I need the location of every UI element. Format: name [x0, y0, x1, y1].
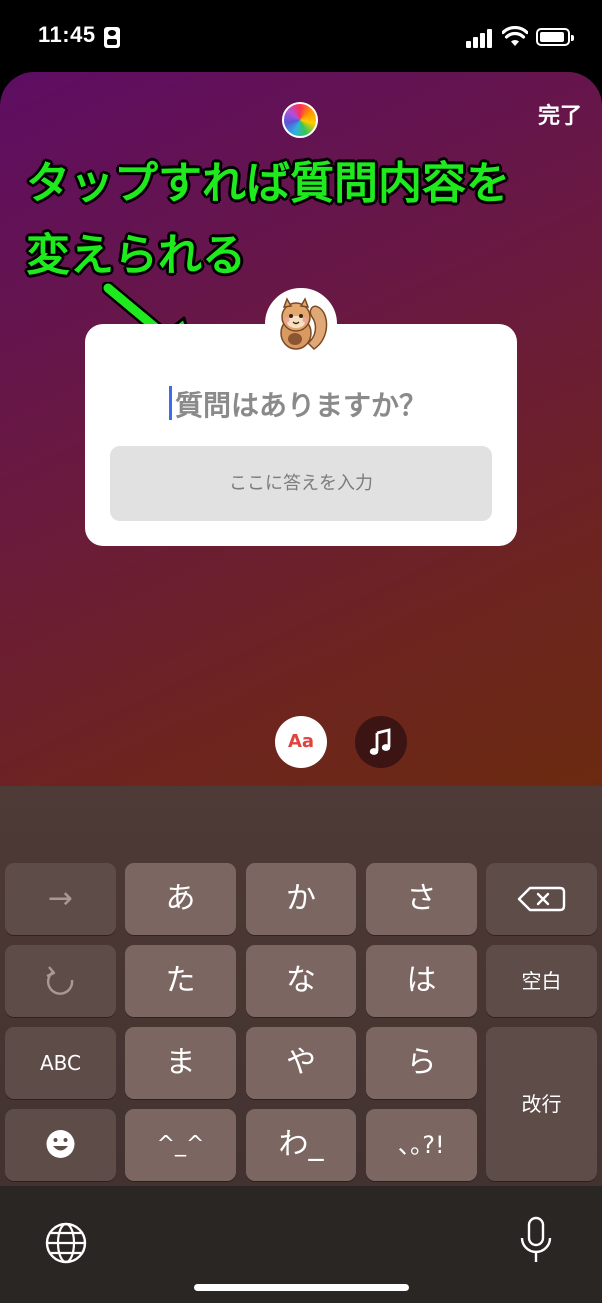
key-ma[interactable]: ま — [125, 1027, 236, 1099]
music-note-icon — [369, 728, 391, 755]
answer-field: ここに答えを入力 — [110, 446, 492, 521]
abc-key[interactable]: ABC — [5, 1027, 116, 1099]
status-bar: 11:45 — [0, 0, 602, 72]
home-indicator — [194, 1284, 409, 1291]
color-picker-button[interactable] — [282, 102, 318, 138]
battery-icon — [536, 28, 574, 46]
key-ra[interactable]: ら — [366, 1027, 477, 1099]
return-key[interactable]: 改行 — [486, 1027, 597, 1181]
story-editor: 完了 タップすれば質問内容を 変えられる 質問はありますか？ ここに答えを入力 … — [0, 72, 602, 786]
done-button[interactable]: 完了 — [538, 98, 582, 130]
question-input[interactable]: 質問はありますか？ — [85, 384, 517, 424]
annotation-text-line1: タップすれば質問内容を — [26, 158, 510, 209]
microphone-icon[interactable] — [518, 1216, 554, 1266]
undo-key[interactable] — [5, 945, 116, 1017]
id-card-icon — [104, 27, 120, 48]
emoji-icon — [46, 1130, 75, 1158]
wifi-icon — [502, 26, 528, 46]
key-a[interactable]: あ — [125, 863, 236, 935]
key-ya[interactable]: や — [246, 1027, 356, 1099]
annotation-text-line2: 変えられる — [26, 230, 246, 281]
squirrel-avatar-icon — [268, 291, 334, 357]
status-time: 11:45 — [38, 22, 96, 47]
key-ta[interactable]: た — [125, 945, 236, 1017]
avatar — [265, 288, 337, 360]
undo-icon — [46, 966, 74, 995]
music-button[interactable] — [355, 716, 407, 768]
key-ha[interactable]: は — [366, 945, 477, 1017]
key-sa[interactable]: さ — [366, 863, 477, 935]
key-ka[interactable]: か — [246, 863, 356, 935]
backspace-key[interactable] — [486, 863, 597, 935]
emoji-key[interactable] — [5, 1109, 116, 1181]
space-key[interactable]: 空白 — [486, 945, 597, 1017]
globe-icon[interactable] — [44, 1221, 88, 1265]
key-arrow[interactable]: → — [5, 863, 116, 935]
arrow-right-icon: → — [47, 881, 74, 916]
backspace-icon — [517, 886, 566, 912]
cellular-signal-icon — [466, 28, 494, 48]
key-na[interactable]: な — [246, 945, 356, 1017]
key-kaomoji[interactable]: ^_^ — [125, 1109, 236, 1181]
key-wa[interactable]: わ_ — [246, 1109, 356, 1181]
key-punctuation[interactable]: ､｡?! — [366, 1109, 477, 1181]
text-style-button[interactable]: Aa — [275, 716, 327, 768]
